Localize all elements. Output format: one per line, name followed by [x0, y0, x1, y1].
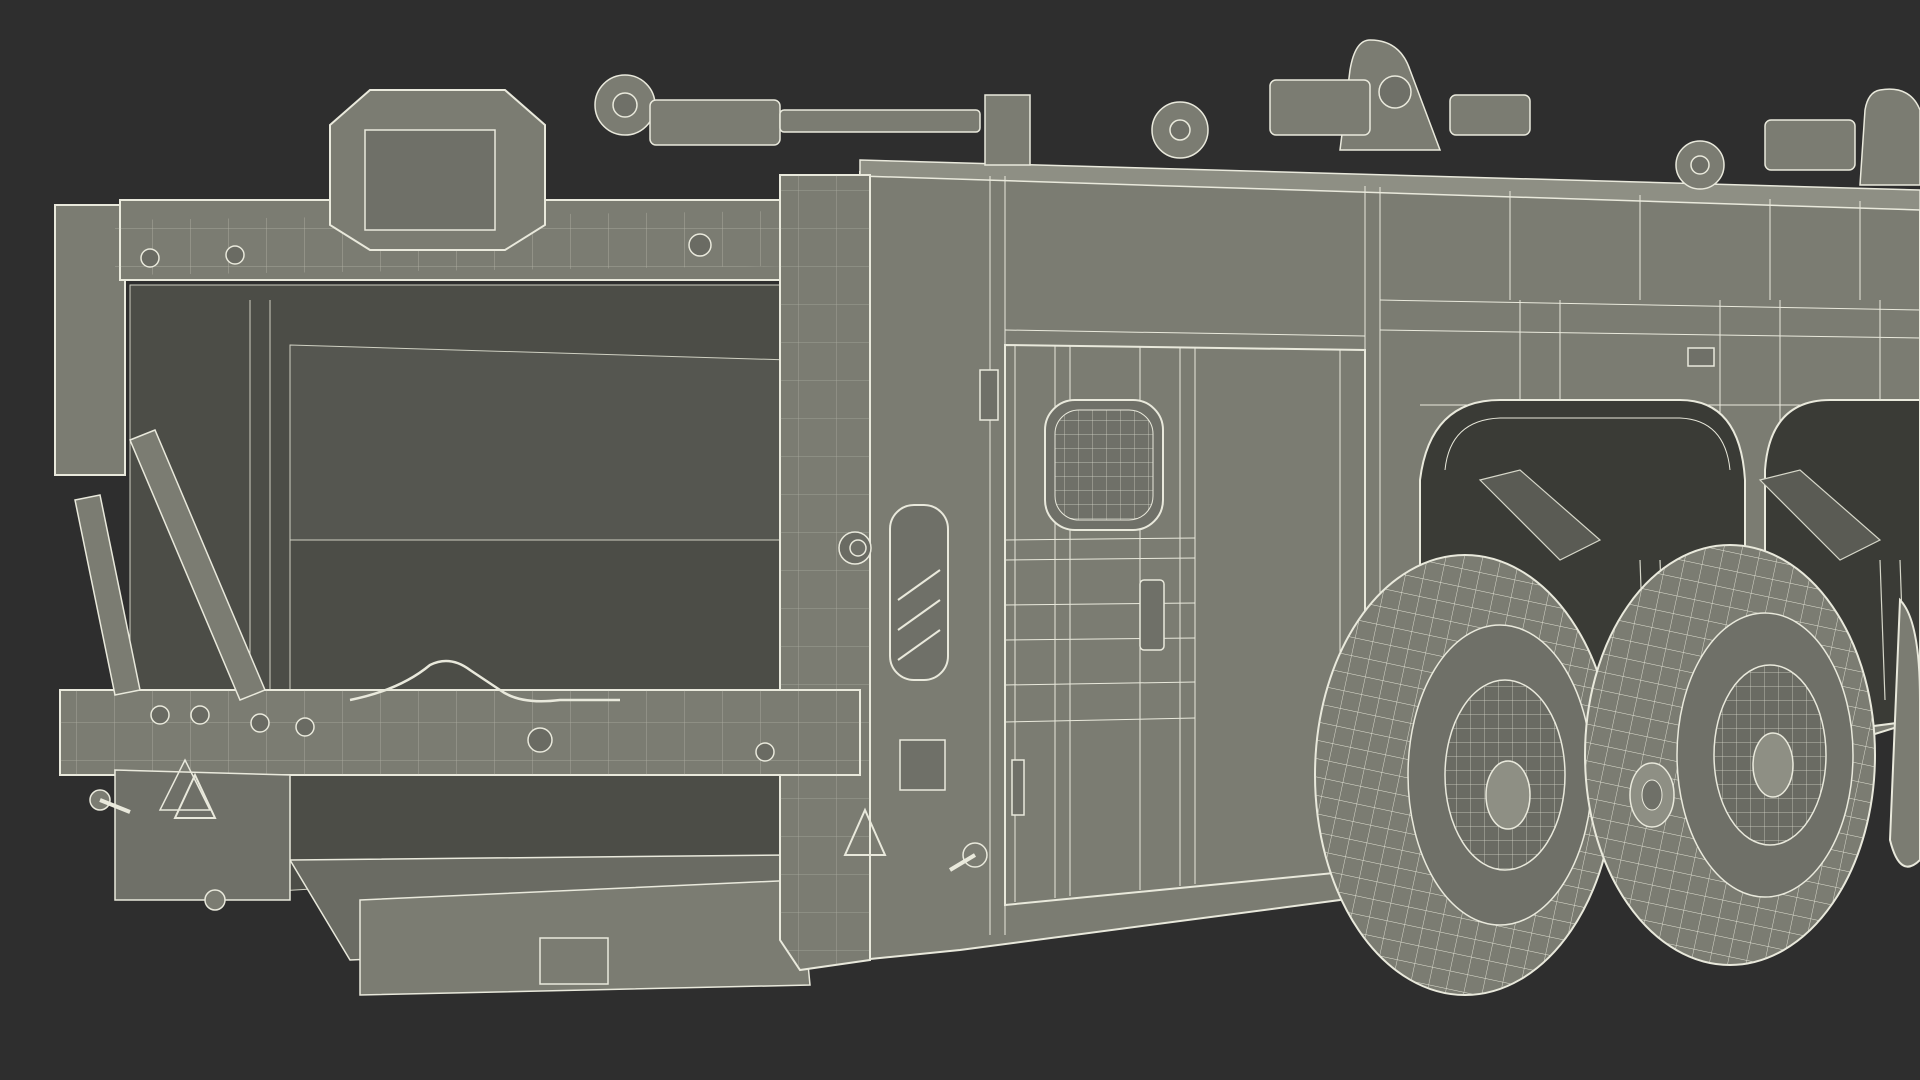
- axle-hub: [1629, 762, 1675, 828]
- top-hinge-2: [1151, 39, 1531, 159]
- side-door-panel: [1004, 343, 1366, 907]
- top-mount-block: [329, 89, 546, 251]
- render-viewport: [0, 0, 1920, 1080]
- wheel-middle: [1584, 544, 1876, 966]
- top-hinge-3: [1675, 88, 1920, 190]
- wireframe-trailer-render: [54, 39, 1920, 996]
- wheel-front: [1314, 554, 1616, 996]
- top-hinge-1: [594, 74, 1031, 166]
